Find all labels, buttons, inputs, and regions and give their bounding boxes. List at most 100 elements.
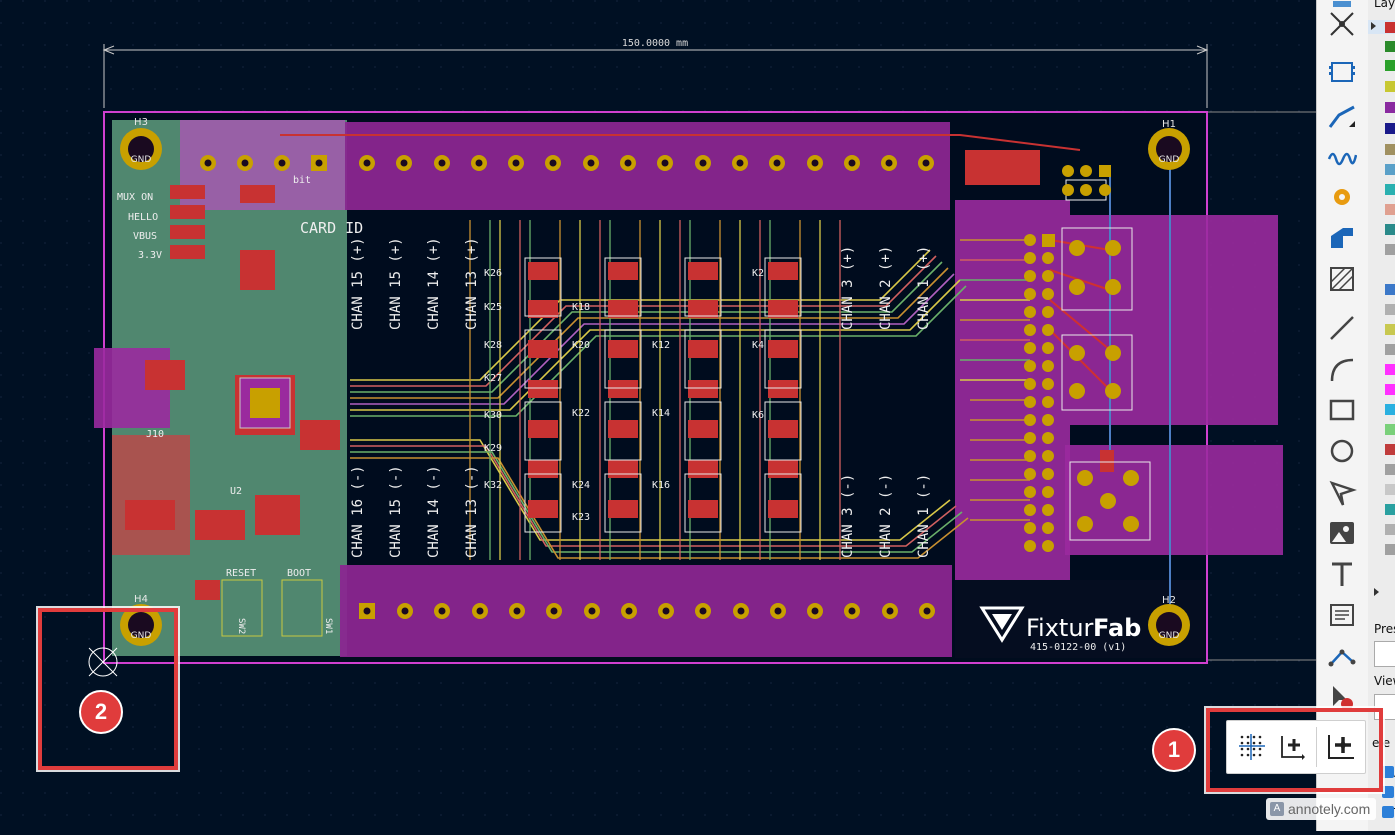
circle-icon[interactable]: [1325, 434, 1359, 468]
switch-label-sw1: SW1: [323, 618, 333, 634]
layer-swatch[interactable]: [1385, 484, 1395, 495]
led-label-vbus: VBUS: [133, 231, 157, 242]
svg-text:H4: H4: [134, 594, 148, 605]
svg-text:K20: K20: [572, 340, 590, 351]
svg-text:H3: H3: [134, 117, 148, 128]
svg-text:Fixtur: Fixtur: [1026, 614, 1094, 642]
layer-swatch[interactable]: [1385, 344, 1395, 355]
svg-text:CHAN 2 (-): CHAN 2 (-): [878, 474, 894, 558]
svg-text:K23: K23: [572, 512, 590, 523]
right-toolbar: [1316, 0, 1369, 831]
svg-text:CHAN 15 (-): CHAN 15 (-): [388, 465, 404, 558]
layers-panel: Lay Pres View ele A F T: [1368, 0, 1395, 831]
annotely-watermark: A annotely.com: [1266, 798, 1377, 820]
zone-icon[interactable]: [1325, 220, 1359, 254]
active-layer-arrow-icon: [1371, 22, 1376, 30]
layer-swatch[interactable]: [1385, 524, 1395, 535]
layer-swatch[interactable]: [1385, 102, 1395, 113]
svg-text:K14: K14: [652, 408, 670, 419]
highlight-box-1: [1206, 708, 1383, 792]
svg-text:K16: K16: [652, 480, 670, 491]
layer-swatch[interactable]: [1385, 184, 1395, 195]
svg-text:H2: H2: [1162, 595, 1176, 606]
expand-arrow-icon[interactable]: [1374, 588, 1379, 596]
footprint-icon[interactable]: [1325, 55, 1359, 89]
svg-text:K26: K26: [484, 268, 502, 279]
tune-length-icon[interactable]: [1325, 139, 1359, 173]
layer-swatch[interactable]: [1385, 204, 1395, 215]
dimension-label: 150.0000 mm: [622, 38, 688, 49]
layer-swatch[interactable]: [1385, 41, 1395, 52]
layer-swatch[interactable]: [1385, 164, 1395, 175]
layer-swatch[interactable]: [1385, 244, 1395, 255]
rectangle-icon[interactable]: [1325, 393, 1359, 427]
svg-text:K28: K28: [484, 340, 502, 351]
svg-text:GND: GND: [131, 155, 152, 165]
annotation-badge-2: 2: [79, 690, 123, 734]
svg-text:K22: K22: [572, 408, 590, 419]
ic-label-j10: J10: [146, 429, 164, 440]
layer-swatch[interactable]: [1385, 444, 1395, 455]
svg-text:CHAN 15 (+): CHAN 15 (+): [388, 237, 404, 330]
svg-text:CHAN 1 (+): CHAN 1 (+): [916, 246, 932, 330]
svg-text:CHAN 16 (-): CHAN 16 (-): [350, 465, 366, 558]
layer-swatch[interactable]: [1385, 464, 1395, 475]
layer-swatch[interactable]: [1385, 504, 1395, 515]
filter-checkbox-t[interactable]: [1382, 806, 1394, 818]
layer-swatch[interactable]: [1385, 224, 1395, 235]
line-icon[interactable]: [1325, 311, 1359, 345]
image-icon[interactable]: [1325, 516, 1359, 550]
layer-swatch[interactable]: [1385, 544, 1395, 555]
filter-checkbox-f[interactable]: [1382, 786, 1394, 798]
svg-text:CHAN 13 (+): CHAN 13 (+): [464, 237, 480, 330]
annotely-logo-icon: A: [1270, 802, 1284, 816]
button-label-reset: RESET: [226, 568, 256, 579]
svg-text:K4: K4: [752, 340, 764, 351]
dimension-icon[interactable]: [1325, 640, 1359, 674]
switch-label-sw2: SW2: [236, 618, 246, 634]
svg-text:K18: K18: [572, 302, 590, 313]
presets-dropdown[interactable]: [1374, 641, 1395, 667]
layer-swatch[interactable]: [1385, 364, 1395, 375]
svg-text:K30: K30: [484, 410, 502, 421]
svg-text:Fab: Fab: [1093, 614, 1141, 642]
layer-swatch[interactable]: [1385, 144, 1395, 155]
svg-text:CHAN 1 (-): CHAN 1 (-): [916, 474, 932, 558]
svg-text:CHAN 15 (+): CHAN 15 (+): [350, 237, 366, 330]
svg-text:K6: K6: [752, 410, 764, 421]
svg-text:CHAN 14 (+): CHAN 14 (+): [426, 237, 442, 330]
layer-swatch[interactable]: [1385, 404, 1395, 415]
polygon-icon[interactable]: [1325, 476, 1359, 510]
svg-text:CHAN 13 (-): CHAN 13 (-): [464, 465, 480, 558]
layer-swatch[interactable]: [1385, 123, 1395, 134]
watermark-text: annotely.com: [1288, 801, 1371, 817]
svg-text:GND: GND: [1159, 155, 1180, 165]
pcb-canvas[interactable]: 150.0000 mm H3 GND H1 GND H4 GND H2 GND …: [0, 0, 1316, 831]
layer-swatch[interactable]: [1385, 384, 1395, 395]
layer-swatch[interactable]: [1385, 324, 1395, 335]
layer-swatch[interactable]: [1385, 60, 1395, 71]
annotation-badge-1: 1: [1152, 728, 1196, 772]
rule-area-icon[interactable]: [1325, 262, 1359, 296]
text-icon[interactable]: [1325, 557, 1359, 591]
unconnected-icon[interactable]: [1325, 7, 1359, 41]
svg-text:CHAN 3 (-): CHAN 3 (-): [840, 474, 856, 558]
filter-checkbox-a[interactable]: [1382, 766, 1394, 778]
via-icon[interactable]: [1325, 180, 1359, 214]
route-track-icon[interactable]: [1325, 99, 1359, 133]
svg-text:K32: K32: [484, 480, 502, 491]
layer-swatch[interactable]: [1385, 304, 1395, 315]
layer-swatch[interactable]: [1385, 22, 1395, 33]
layers-title: Lay: [1374, 0, 1395, 10]
layer-swatch[interactable]: [1385, 81, 1395, 92]
textbox-icon[interactable]: [1325, 598, 1359, 632]
arc-icon[interactable]: [1325, 353, 1359, 387]
svg-text:K27: K27: [484, 373, 502, 384]
svg-text:K24: K24: [572, 480, 590, 491]
layer-swatch[interactable]: [1385, 284, 1395, 295]
svg-text:K2: K2: [752, 268, 764, 279]
card-id-label: CARD ID: [300, 219, 363, 237]
svg-text:K25: K25: [484, 302, 502, 313]
bottom-connector-zone: [340, 565, 952, 657]
layer-swatch[interactable]: [1385, 424, 1395, 435]
